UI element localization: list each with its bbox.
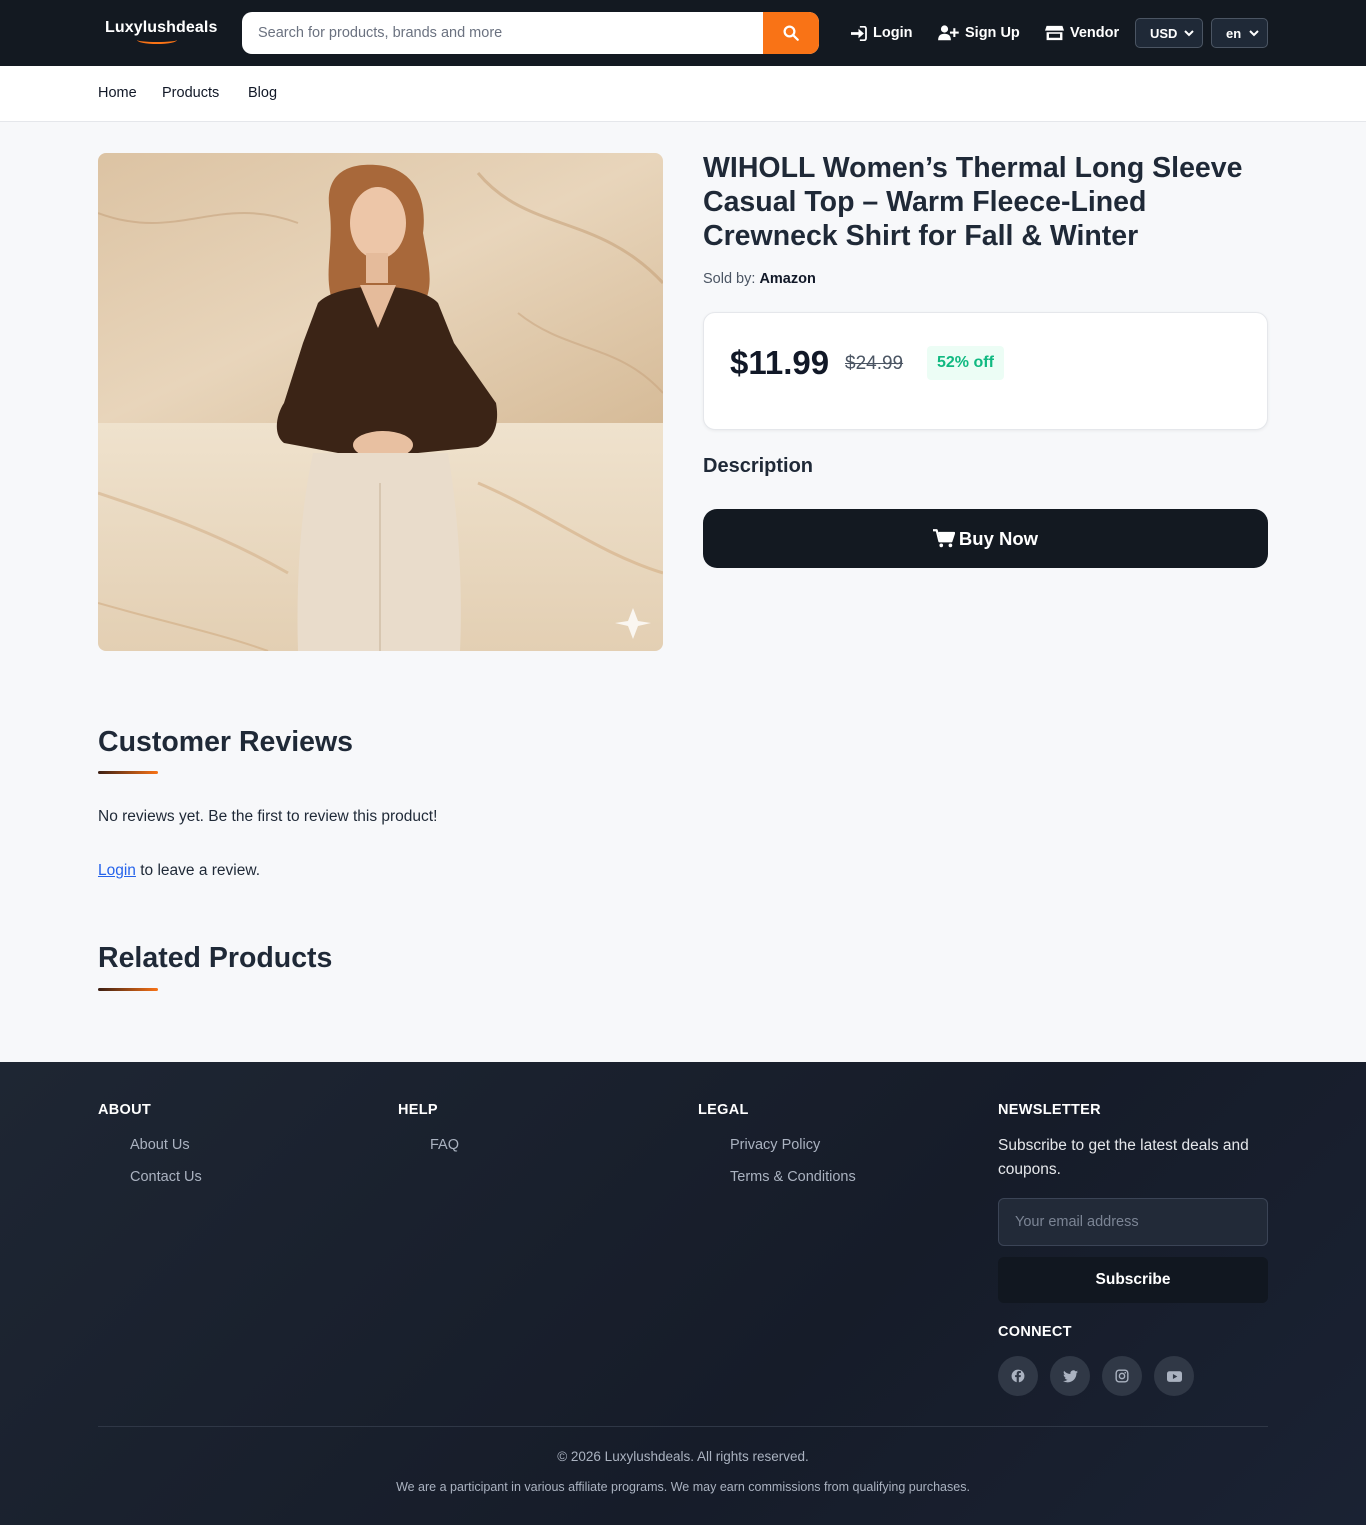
store-icon xyxy=(1045,25,1064,41)
no-reviews-text: No reviews yet. Be the first to review t… xyxy=(98,808,438,825)
newsletter-email-input[interactable] xyxy=(999,1199,1267,1245)
nav-item-products[interactable]: Products xyxy=(162,85,219,101)
reviews-heading-underline xyxy=(98,771,158,774)
login-to-review-suffix: to leave a review. xyxy=(135,862,261,879)
price-card: $11.99 $24.99 52% off xyxy=(703,312,1268,430)
instagram-link[interactable] xyxy=(1102,1356,1142,1396)
vendor-label: Vendor xyxy=(1070,25,1120,41)
top-header: Luxylushdeals Login Sign Up Vendor USD e… xyxy=(0,0,1366,66)
currency-value: USD xyxy=(1150,25,1178,41)
product-image xyxy=(98,153,663,651)
buy-now-label: Buy Now xyxy=(958,527,1039,549)
footer-link-privacy[interactable]: Privacy Policy xyxy=(730,1137,820,1153)
footer-newsletter-heading: NEWSLETTER xyxy=(998,1102,1101,1118)
buy-now-button[interactable]: Buy Now xyxy=(703,509,1268,568)
review-login-link[interactable]: Login xyxy=(98,862,136,879)
nav-item-home[interactable]: Home xyxy=(98,85,137,101)
main-nav: Home Products Blog xyxy=(0,66,1366,122)
logo-smile-mark xyxy=(137,36,177,44)
newsletter-text: Subscribe to get the latest deals and co… xyxy=(998,1137,1249,1178)
twitter-link[interactable] xyxy=(1050,1356,1090,1396)
current-price: $11.99 xyxy=(730,344,830,381)
affiliate-disclaimer: We are a participant in various affiliat… xyxy=(396,1480,970,1494)
vendor-link[interactable]: Vendor xyxy=(1045,22,1119,44)
related-heading-underline xyxy=(98,988,158,991)
facebook-link[interactable] xyxy=(998,1356,1038,1396)
footer-link-about-us[interactable]: About Us xyxy=(130,1137,190,1153)
site-footer: ABOUT About Us Contact Us HELP FAQ LEGAL… xyxy=(0,1062,1366,1525)
related-heading: Related Products xyxy=(98,942,333,974)
copyright-text: © 2026 Luxylushdeals. All rights reserve… xyxy=(557,1449,809,1464)
search-input[interactable] xyxy=(242,12,763,54)
footer-divider xyxy=(98,1426,1268,1427)
instagram-icon xyxy=(1115,1369,1129,1383)
product-title: WIHOLL Women’s Thermal Long Sleeve Casua… xyxy=(703,152,1243,252)
original-price: $24.99 xyxy=(845,353,904,374)
cart-icon xyxy=(932,529,955,548)
chevron-down-icon xyxy=(1249,29,1259,36)
search-bar xyxy=(242,12,819,54)
footer-link-contact-us[interactable]: Contact Us xyxy=(130,1169,202,1185)
discount-badge: 52% off xyxy=(927,346,1004,380)
youtube-icon xyxy=(1166,1370,1182,1382)
footer-help-heading: HELP xyxy=(398,1102,438,1118)
youtube-link[interactable] xyxy=(1154,1356,1194,1396)
sold-by: Sold by: Amazon xyxy=(703,271,816,287)
user-plus-icon xyxy=(938,25,959,41)
facebook-icon xyxy=(1011,1369,1025,1383)
sign-in-icon xyxy=(851,25,867,41)
login-to-review: Login to leave a review. xyxy=(98,862,260,880)
footer-legal-heading: LEGAL xyxy=(698,1102,749,1118)
sold-by-label: Sold by: xyxy=(703,271,756,287)
nav-item-blog[interactable]: Blog xyxy=(248,85,277,101)
reviews-heading: Customer Reviews xyxy=(98,726,354,758)
signup-label: Sign Up xyxy=(965,25,1020,41)
footer-link-terms[interactable]: Terms & Conditions xyxy=(730,1169,856,1185)
chevron-down-icon xyxy=(1184,29,1194,36)
signup-link[interactable]: Sign Up xyxy=(938,22,1020,44)
site-logo[interactable]: Luxylushdeals xyxy=(105,19,218,44)
newsletter-email-field xyxy=(998,1198,1268,1246)
search-button[interactable] xyxy=(763,12,819,54)
seller-name: Amazon xyxy=(759,271,816,287)
currency-select[interactable]: USD xyxy=(1135,18,1203,48)
search-icon xyxy=(783,25,799,41)
description-heading: Description xyxy=(703,455,814,477)
login-label: Login xyxy=(873,25,913,41)
footer-about-heading: ABOUT xyxy=(98,1102,152,1118)
language-value: en xyxy=(1226,25,1242,41)
footer-link-faq[interactable]: FAQ xyxy=(430,1137,459,1153)
logo-text: Luxylushdeals xyxy=(105,19,218,36)
login-link[interactable]: Login xyxy=(850,22,912,44)
footer-connect-heading: CONNECT xyxy=(998,1324,1072,1340)
subscribe-button[interactable]: Subscribe xyxy=(998,1257,1268,1303)
language-select[interactable]: en xyxy=(1211,18,1268,48)
twitter-icon xyxy=(1062,1369,1078,1382)
